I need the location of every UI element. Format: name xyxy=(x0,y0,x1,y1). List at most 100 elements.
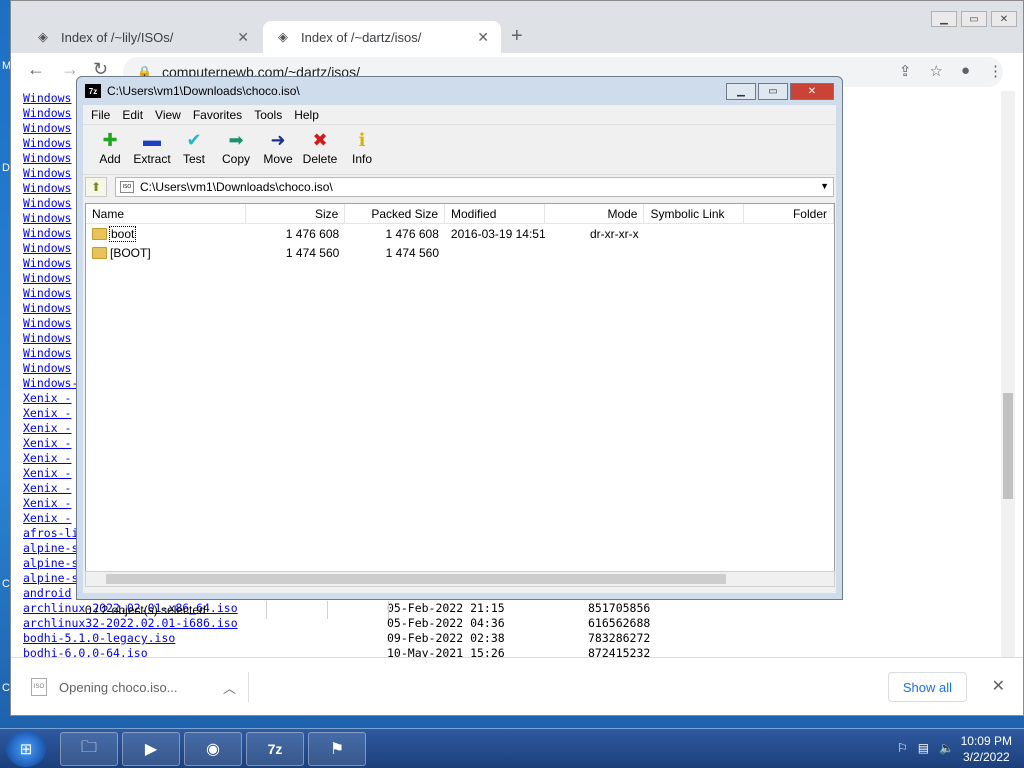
listing-link[interactable]: alpine-s xyxy=(23,571,78,585)
tab-lily-isos[interactable]: ◈ Index of /~lily/ISOs/ ✕ xyxy=(23,21,261,53)
listing-link[interactable]: Windows xyxy=(23,241,71,255)
tool-test-button[interactable]: ✔ Test xyxy=(173,125,215,174)
back-icon[interactable]: ← xyxy=(27,59,45,80)
listing-link[interactable]: afros-li xyxy=(23,526,78,540)
network-icon[interactable]: ▤ xyxy=(918,741,929,755)
path-combobox[interactable]: ISO C:\Users\vm1\Downloads\choco.iso\ ▼ xyxy=(115,177,834,197)
column-folder[interactable]: Folder xyxy=(744,204,834,223)
tool-add-button[interactable]: ✚ Add xyxy=(89,125,131,174)
listing-link[interactable]: Windows xyxy=(23,106,71,120)
listing-link[interactable]: Windows xyxy=(23,331,71,345)
folder-up-icon[interactable]: ⬆ xyxy=(85,177,107,197)
close-button[interactable]: ✕ xyxy=(790,83,834,100)
scrollbar-thumb[interactable] xyxy=(1003,393,1013,499)
listing-link[interactable]: bodhi-6.0.0-64.iso xyxy=(23,646,148,657)
column-name[interactable]: Name xyxy=(86,204,246,223)
maximize-button[interactable]: ▭ xyxy=(758,83,788,100)
listing-link[interactable]: Windows xyxy=(23,91,71,105)
column-headers: Name Size Packed Size Modified Mode Symb… xyxy=(86,204,834,224)
menu-help[interactable]: Help xyxy=(288,108,325,122)
listing-link[interactable]: Windows xyxy=(23,226,71,240)
show-all-button[interactable]: Show all xyxy=(887,672,967,702)
volume-icon[interactable]: 🔈 xyxy=(939,741,954,755)
menu-edit[interactable]: Edit xyxy=(116,108,149,122)
explorer-icon[interactable]: 🗀 xyxy=(60,732,118,766)
download-item[interactable]: ISO Opening choco.iso... ︿ xyxy=(31,672,249,702)
horizontal-scrollbar[interactable] xyxy=(85,571,835,587)
listing-link[interactable]: Windows- xyxy=(23,376,78,390)
start-button[interactable]: ⊞ xyxy=(6,731,46,767)
column-size[interactable]: Size xyxy=(246,204,346,223)
listing-link[interactable]: Windows xyxy=(23,286,71,300)
chrome-icon[interactable]: ◉ xyxy=(184,732,242,766)
tool-copy-button[interactable]: ➡ Copy xyxy=(215,125,257,174)
listing-link[interactable]: Xenix - xyxy=(23,466,71,480)
listing-link[interactable]: Xenix - xyxy=(23,496,71,510)
windows-flag-icon[interactable]: ⚑ xyxy=(308,732,366,766)
close-tab-icon[interactable]: ✕ xyxy=(477,29,489,46)
profile-icon[interactable]: ● xyxy=(961,62,970,80)
menu-tools[interactable]: Tools xyxy=(248,108,288,122)
tool-extract-button[interactable]: ▬ Extract xyxy=(131,125,173,174)
close-tab-icon[interactable]: ✕ xyxy=(237,29,249,46)
page-scrollbar[interactable] xyxy=(1001,91,1015,657)
listing-link[interactable]: bodhi-5.1.0-legacy.iso xyxy=(23,631,175,645)
minimize-button[interactable]: ▁ xyxy=(726,83,756,100)
7zip-title-bar[interactable]: 7z C:\Users\vm1\Downloads\choco.iso\ ▁ ▭… xyxy=(77,77,842,105)
column-symbolic-link[interactable]: Symbolic Link xyxy=(644,204,745,223)
listing-link[interactable]: Windows xyxy=(23,196,71,210)
listing-link[interactable]: Xenix - xyxy=(23,451,71,465)
listing-link[interactable]: Windows xyxy=(23,271,71,285)
listing-link[interactable]: Xenix - xyxy=(23,481,71,495)
restore-button[interactable]: ▭ xyxy=(961,11,987,27)
listing-link[interactable]: Windows xyxy=(23,316,71,330)
close-icon[interactable]: ✕ xyxy=(992,676,1005,696)
menu-view[interactable]: View xyxy=(149,108,187,122)
scrollbar-thumb[interactable] xyxy=(106,574,726,584)
column-modified[interactable]: Modified xyxy=(445,204,545,223)
listing-link[interactable]: alpine-s xyxy=(23,541,78,555)
tool-move-button[interactable]: ➜ Move xyxy=(257,125,299,174)
clock[interactable]: 10:09 PM 3/2/2022 xyxy=(961,733,1012,765)
file-rows: boot 1 476 608 1 476 608 2016-03-19 14:51 dr… xyxy=(86,224,834,262)
listing-link[interactable]: Windows xyxy=(23,361,71,375)
listing-link[interactable]: Xenix - xyxy=(23,436,71,450)
tool-info-button[interactable]: ℹ Info xyxy=(341,125,383,174)
listing-link[interactable]: Xenix - xyxy=(23,421,71,435)
menu-icon[interactable]: ⋮ xyxy=(988,62,1003,80)
chevron-up-icon[interactable]: ︿ xyxy=(223,678,236,697)
listing-link[interactable]: Windows xyxy=(23,256,71,270)
column-mode[interactable]: Mode xyxy=(545,204,645,223)
listing-link[interactable]: alpine-s xyxy=(23,556,78,570)
listing-link[interactable]: Windows xyxy=(23,211,71,225)
dropdown-arrow-icon[interactable]: ▼ xyxy=(820,181,829,191)
tab-dartz-isos[interactable]: ◈ Index of /~dartz/isos/ ✕ xyxy=(263,21,501,53)
close-button[interactable]: ✕ xyxy=(991,11,1017,27)
listing-link[interactable]: Windows xyxy=(23,136,71,150)
menu-file[interactable]: File xyxy=(85,108,116,122)
bookmark-star-icon[interactable]: ☆ xyxy=(929,62,942,80)
listing-link[interactable]: Xenix - xyxy=(23,511,71,525)
media-player-icon[interactable]: ▶ xyxy=(122,732,180,766)
menu-favorites[interactable]: Favorites xyxy=(187,108,248,122)
column-packed-size[interactable]: Packed Size xyxy=(345,204,446,223)
new-tab-button[interactable]: + xyxy=(511,25,523,48)
minimize-button[interactable]: ▁ xyxy=(931,11,957,27)
file-name: [BOOT] xyxy=(110,245,151,260)
listing-link[interactable]: android xyxy=(23,586,71,600)
share-icon[interactable]: ⇪ xyxy=(899,62,912,80)
listing-link[interactable]: Windows xyxy=(23,151,71,165)
listing-link[interactable]: Windows xyxy=(23,301,71,315)
action-center-icon[interactable]: ⚐ xyxy=(897,741,908,755)
listing-link[interactable]: Xenix - xyxy=(23,391,71,405)
tool-delete-button[interactable]: ✖ Delete xyxy=(299,125,341,174)
listing-link[interactable]: Windows xyxy=(23,166,71,180)
listing-link[interactable]: Xenix - xyxy=(23,406,71,420)
file-row[interactable]: [BOOT] 1 474 560 1 474 560 xyxy=(86,243,834,262)
listing-link[interactable]: Windows xyxy=(23,181,71,195)
file-row[interactable]: boot 1 476 608 1 476 608 2016-03-19 14:51 dr… xyxy=(86,224,834,243)
7zip-icon[interactable]: 7z xyxy=(246,732,304,766)
listing-link[interactable]: Windows xyxy=(23,121,71,135)
listing-link[interactable]: Windows xyxy=(23,346,71,360)
tool-label: Copy xyxy=(221,152,250,166)
